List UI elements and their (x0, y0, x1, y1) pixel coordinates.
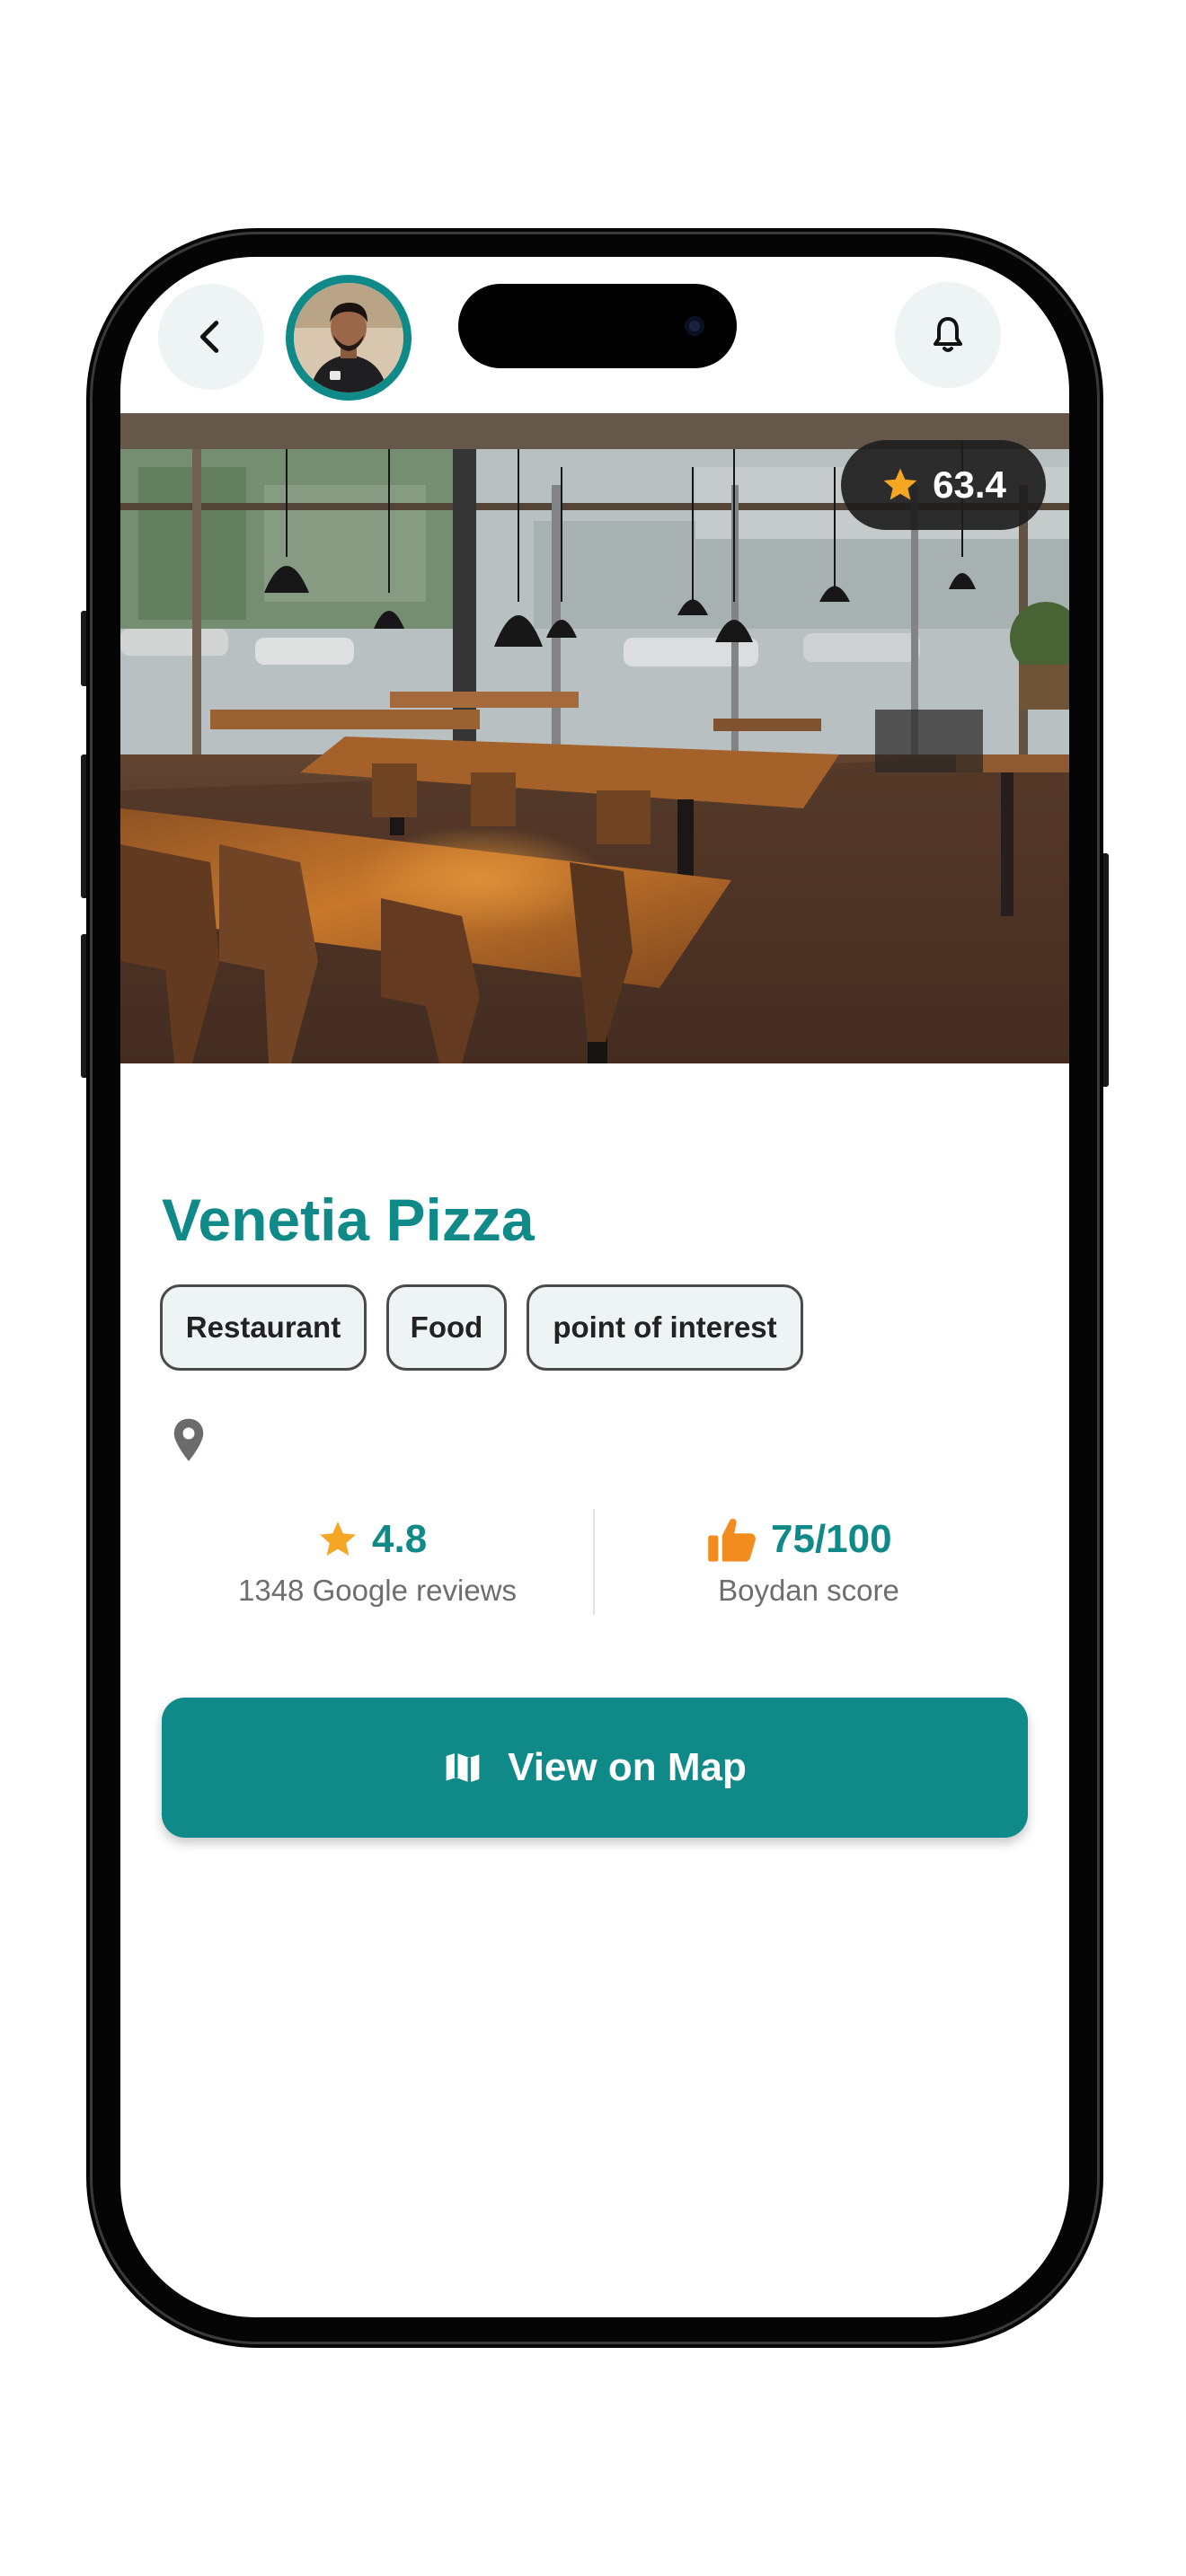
boydan-score-label: Boydan score (718, 1574, 899, 1607)
stats-divider (593, 1509, 595, 1615)
bell-icon (934, 317, 962, 352)
rating-badge: 63.4 (841, 440, 1046, 530)
google-reviews-label: 1348 Google reviews (237, 1574, 518, 1607)
user-avatar[interactable] (286, 275, 412, 401)
tag-chip-food[interactable]: Food (386, 1284, 507, 1371)
tag-chip-point-of-interest[interactable]: point of interest (527, 1284, 803, 1371)
map-icon (446, 1752, 480, 1783)
thumbs-up-icon (708, 1518, 756, 1562)
view-on-map-button[interactable]: View on Map (162, 1698, 1028, 1838)
front-camera (685, 316, 704, 336)
view-on-map-label: View on Map (508, 1745, 747, 1789)
tag-chip-restaurant[interactable]: Restaurant (160, 1284, 367, 1371)
google-rating-value: 4.8 (372, 1517, 428, 1561)
dynamic-island (458, 284, 737, 368)
boydan-score-value: 75/100 (771, 1517, 892, 1561)
location-pin-icon (171, 1417, 207, 1469)
rating-value: 63.4 (933, 463, 1006, 506)
star-icon (883, 468, 917, 500)
boydan-score: 75/100 (706, 1514, 892, 1565)
avatar-photo (294, 283, 403, 393)
notification-button[interactable] (895, 282, 1001, 388)
chevron-left-icon (199, 321, 219, 353)
star-icon (320, 1522, 356, 1556)
google-rating: 4.8 (316, 1514, 427, 1565)
back-button[interactable] (158, 284, 264, 390)
place-name: Venetia Pizza (162, 1187, 535, 1253)
